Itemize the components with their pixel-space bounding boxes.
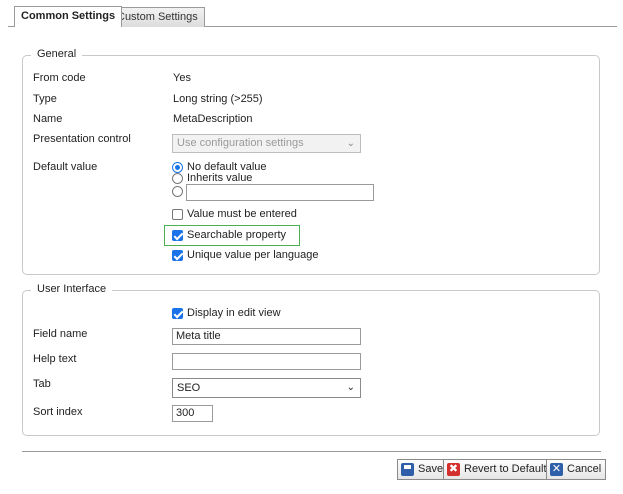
field-name-input[interactable]: Meta title [172,328,361,345]
revert-icon: ✖ [447,463,460,476]
radio-custom-value[interactable] [172,186,183,197]
cancel-icon: ✕ [550,463,563,476]
type-value: Long string (>255) [173,93,263,105]
field-name-label: Field name [33,328,88,340]
revert-to-default-button[interactable]: ✖ Revert to Default [443,459,552,480]
value-must-be-entered-label: Value must be entered [187,208,297,220]
footer-divider [22,451,601,452]
chevron-down-icon: ⌄ [346,138,355,149]
presentation-control-select[interactable]: Use configuration settings ⌄ [172,134,361,153]
tab-select[interactable]: SEO ⌄ [172,378,361,398]
display-in-edit-view-checkbox[interactable] [172,308,183,319]
save-button[interactable]: Save [397,459,449,480]
user-interface-legend: User Interface [31,283,113,295]
chevron-down-icon: ⌄ [346,382,355,393]
tab-label: Tab [33,378,51,390]
radio-no-default[interactable] [172,162,183,173]
unique-per-language-label: Unique value per language [187,249,319,261]
type-label: Type [33,93,57,105]
radio-inherits-label: Inherits value [187,172,253,184]
help-text-label: Help text [33,353,77,365]
settings-tabbar: Common Settings Custom Settings [8,6,617,27]
searchable-property-label: Searchable property [187,229,287,241]
display-in-edit-view-label: Display in edit view [187,307,281,319]
from-code-label: From code [33,72,86,84]
revert-to-default-label: Revert to Default [464,463,547,475]
general-legend: General [31,48,83,60]
radio-inherits[interactable] [172,173,183,184]
save-icon [401,463,414,476]
default-value-label: Default value [33,161,98,173]
presentation-control-label: Presentation control [33,133,131,145]
from-code-value: Yes [173,72,191,84]
sort-index-label: Sort index [33,406,83,418]
name-value: MetaDescription [173,113,253,125]
cancel-button-label: Cancel [567,463,602,475]
save-button-label: Save [418,463,444,475]
general-fieldset: General [22,48,600,275]
custom-default-value-input[interactable] [186,184,374,201]
unique-per-language-checkbox[interactable] [172,250,183,261]
tab-common-settings[interactable]: Common Settings [14,6,123,27]
tab-select-value: SEO [177,382,201,394]
value-must-be-entered-checkbox[interactable] [172,209,183,220]
sort-index-input[interactable]: 300 [172,405,213,422]
name-label: Name [33,113,63,125]
help-text-input[interactable] [172,353,361,370]
presentation-control-value: Use configuration settings [177,137,304,149]
tab-custom-settings[interactable]: Custom Settings [110,7,205,27]
cancel-button[interactable]: ✕ Cancel [546,459,607,480]
searchable-property-checkbox[interactable] [172,230,183,241]
